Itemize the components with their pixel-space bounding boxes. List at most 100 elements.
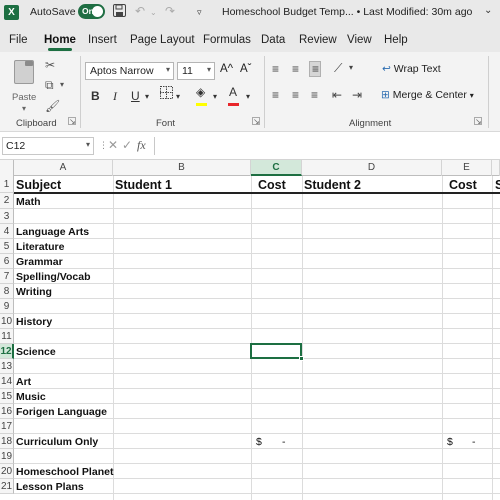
cell-a12[interactable]: Science: [16, 346, 56, 358]
cell-a20[interactable]: Homeschool Planet: [16, 466, 113, 478]
underline-dropdown-icon[interactable]: ▾: [145, 92, 149, 101]
cell-b1[interactable]: Student 1: [115, 178, 172, 192]
tab-page-layout[interactable]: Page Layout: [130, 34, 195, 46]
cell-a7[interactable]: Spelling/Vocab: [16, 271, 90, 283]
decrease-font-size-icon[interactable]: Aˇ: [240, 63, 252, 75]
cell-c18-currency[interactable]: $: [256, 436, 262, 448]
cell-a5[interactable]: Literature: [16, 241, 64, 253]
cell-e1[interactable]: Cost: [449, 178, 477, 192]
cell-a15[interactable]: Music: [16, 391, 46, 403]
copy-dropdown-icon[interactable]: ▾: [60, 80, 64, 89]
name-box[interactable]: C12 ▾: [2, 137, 94, 155]
row-header[interactable]: 16: [0, 404, 14, 419]
underline-icon[interactable]: U: [131, 89, 140, 103]
cell-e18-currency[interactable]: $: [447, 436, 453, 448]
tab-insert[interactable]: Insert: [88, 34, 117, 46]
tab-file[interactable]: File: [9, 34, 28, 46]
italic-icon[interactable]: I: [113, 89, 117, 104]
row-header[interactable]: 4: [0, 224, 14, 239]
cell-a2[interactable]: Math: [16, 196, 41, 208]
borders-icon[interactable]: [160, 86, 173, 102]
font-dialog-launcher-icon[interactable]: ↘: [252, 117, 260, 126]
format-painter-icon[interactable]: 🖌: [45, 99, 60, 113]
cell-a14[interactable]: Art: [16, 376, 31, 388]
cell-a8[interactable]: Writing: [16, 286, 52, 298]
font-size-select[interactable]: 11 ▾: [177, 62, 215, 80]
increase-font-size-icon[interactable]: A^: [220, 63, 233, 75]
redo-icon[interactable]: ↷: [165, 4, 175, 18]
tab-data[interactable]: Data: [261, 34, 285, 46]
row-header[interactable]: 9: [0, 299, 14, 314]
middle-align-icon[interactable]: ≡: [292, 62, 299, 76]
tab-view[interactable]: View: [347, 34, 372, 46]
tab-review[interactable]: Review: [299, 34, 337, 46]
font-name-select[interactable]: Aptos Narrow ▾: [85, 62, 174, 80]
cell-e18-value[interactable]: -: [472, 436, 476, 448]
cell-d1[interactable]: Student 2: [304, 178, 361, 192]
column-header-e[interactable]: E: [442, 160, 492, 176]
copy-icon[interactable]: ⧉: [45, 78, 54, 93]
column-header-a[interactable]: A: [14, 160, 113, 176]
undo-dropdown-icon[interactable]: ⌄: [150, 8, 157, 17]
row-header[interactable]: 10: [0, 314, 14, 329]
paste-dropdown-icon[interactable]: ▾: [22, 104, 26, 113]
align-left-icon[interactable]: ≡: [272, 88, 279, 102]
increase-indent-icon[interactable]: ⇥: [352, 88, 362, 102]
fill-color-icon[interactable]: ◈: [196, 85, 205, 99]
cancel-entry-icon[interactable]: ✕: [108, 138, 118, 152]
name-box-dropdown-icon[interactable]: ▾: [86, 140, 90, 149]
clipboard-dialog-launcher-icon[interactable]: ↘: [68, 117, 76, 126]
cell-a4[interactable]: Language Arts: [16, 226, 89, 238]
row-header[interactable]: 3: [0, 209, 14, 224]
font-color-icon[interactable]: A: [229, 85, 237, 99]
save-icon[interactable]: [113, 4, 126, 20]
tab-help[interactable]: Help: [384, 34, 408, 46]
row-header[interactable]: 1: [0, 176, 14, 193]
formula-bar-handle-icon[interactable]: ⋮: [99, 140, 108, 151]
align-right-icon[interactable]: ≡: [311, 88, 318, 102]
tab-formulas[interactable]: Formulas: [203, 34, 251, 46]
row-header[interactable]: 18: [0, 434, 14, 449]
cell-a6[interactable]: Grammar: [16, 256, 63, 268]
cell-a16[interactable]: Forigen Language: [16, 406, 107, 418]
document-title[interactable]: Homeschool Budget Temp... • Last Modifie…: [222, 6, 472, 18]
cell-a18[interactable]: Curriculum Only: [16, 436, 98, 448]
merge-center-button[interactable]: ⊞ Merge & Center ▾: [381, 89, 474, 101]
cell-c1[interactable]: Cost: [258, 178, 286, 192]
cut-icon[interactable]: ✂: [45, 58, 55, 72]
cell-a21[interactable]: Lesson Plans: [16, 481, 84, 493]
font-color-dropdown-icon[interactable]: ▾: [246, 92, 250, 101]
row-header[interactable]: 20: [0, 464, 14, 479]
row-header[interactable]: 8: [0, 284, 14, 299]
wrap-text-button[interactable]: ↩ Wrap Text: [382, 63, 441, 75]
column-header-c[interactable]: C: [251, 160, 302, 176]
alignment-dialog-launcher-icon[interactable]: ↘: [474, 117, 482, 126]
row-header[interactable]: 5: [0, 239, 14, 254]
row-header-selected[interactable]: 12: [0, 344, 14, 359]
undo-icon[interactable]: ↶: [135, 4, 145, 18]
fill-handle[interactable]: [299, 356, 304, 361]
column-header-f[interactable]: [492, 160, 500, 176]
orientation-icon[interactable]: ⟋: [334, 61, 342, 76]
column-header-b[interactable]: B: [113, 160, 251, 176]
decrease-indent-icon[interactable]: ⇤: [332, 88, 342, 102]
confirm-entry-icon[interactable]: ✓: [122, 138, 132, 152]
row-header[interactable]: 21: [0, 479, 14, 494]
title-chevron-icon[interactable]: ⌄: [484, 5, 492, 16]
cell-a10[interactable]: History: [16, 316, 52, 328]
borders-dropdown-icon[interactable]: ▾: [176, 92, 180, 101]
row-header[interactable]: 15: [0, 389, 14, 404]
row-header[interactable]: 11: [0, 329, 14, 344]
row-header[interactable]: 2: [0, 193, 14, 209]
formula-input[interactable]: [154, 137, 500, 155]
row-header[interactable]: 19: [0, 449, 14, 464]
orientation-dropdown-icon[interactable]: ▾: [349, 63, 353, 72]
quick-access-customize-icon[interactable]: ▿: [197, 7, 202, 18]
cell-f1[interactable]: S: [495, 178, 500, 192]
autosave-toggle[interactable]: On: [78, 4, 105, 19]
bold-icon[interactable]: B: [91, 89, 100, 103]
selected-cell-c12[interactable]: [250, 343, 302, 359]
top-align-icon[interactable]: ≡: [272, 62, 279, 76]
align-center-icon[interactable]: ≡: [292, 88, 299, 102]
insert-function-icon[interactable]: fx: [137, 138, 146, 153]
